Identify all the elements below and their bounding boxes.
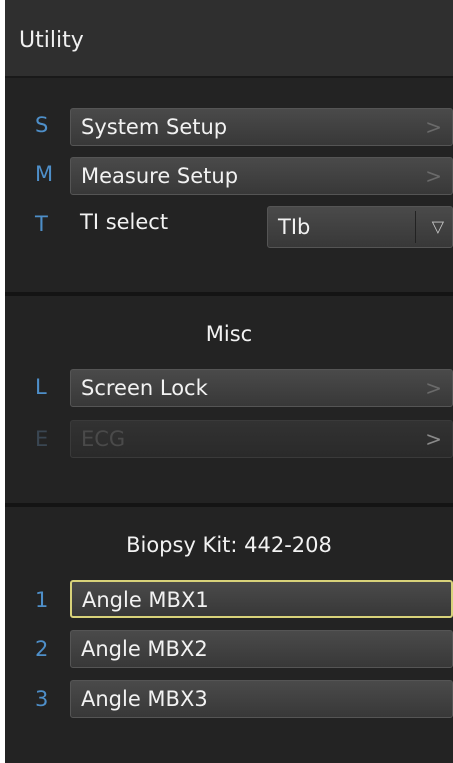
system-setup-button[interactable]: System Setup > (70, 108, 453, 146)
measure-setup-label: Measure Setup (81, 164, 239, 188)
angle-mbx1-label: Angle MBX1 (82, 588, 209, 612)
angle-mbx2-button[interactable]: Angle MBX2 (70, 630, 453, 668)
section-divider (5, 503, 453, 507)
angle-mbx3-button[interactable]: Angle MBX3 (70, 680, 453, 718)
shortcut-key-t: T (35, 212, 48, 236)
screen-lock-label: Screen Lock (81, 376, 208, 400)
ecg-label: ECG (81, 427, 126, 451)
shortcut-key-2: 2 (35, 637, 49, 661)
angle-mbx1-button[interactable]: Angle MBX1 (70, 580, 453, 618)
biopsy-kit-title: Biopsy Kit: 442-208 (126, 533, 332, 557)
shortcut-key-l: L (35, 375, 47, 399)
shortcut-key-e: E (35, 427, 49, 451)
ti-select-label: TI select (80, 210, 169, 234)
chevron-right-icon: > (425, 376, 442, 400)
dropdown-arrow-icon[interactable]: ▽ (432, 217, 444, 236)
shortcut-key-s: S (35, 113, 49, 137)
section-divider (5, 292, 453, 296)
screen-lock-button[interactable]: Screen Lock > (70, 369, 453, 407)
chevron-right-icon: > (425, 427, 442, 451)
angle-mbx2-label: Angle MBX2 (81, 637, 208, 661)
chevron-right-icon: > (425, 115, 442, 139)
system-setup-label: System Setup (81, 115, 228, 139)
shortcut-key-3: 3 (35, 687, 49, 711)
shortcut-key-m: M (35, 162, 54, 186)
angle-mbx3-label: Angle MBX3 (81, 687, 208, 711)
chevron-right-icon: > (425, 164, 442, 188)
ecg-button[interactable]: ECG > (70, 420, 453, 458)
shortcut-key-1: 1 (35, 588, 49, 612)
misc-section-title: Misc (205, 322, 253, 346)
panel-title: Utility (19, 28, 84, 53)
title-bar: Utility (5, 0, 453, 78)
utility-panel: Utility S System Setup > M Measure Setup… (5, 0, 453, 763)
ti-select-dropdown[interactable]: TIb ▽ (267, 206, 453, 248)
ti-select-value: TIb (278, 215, 311, 239)
dropdown-separator (415, 211, 416, 243)
measure-setup-button[interactable]: Measure Setup > (70, 157, 453, 195)
